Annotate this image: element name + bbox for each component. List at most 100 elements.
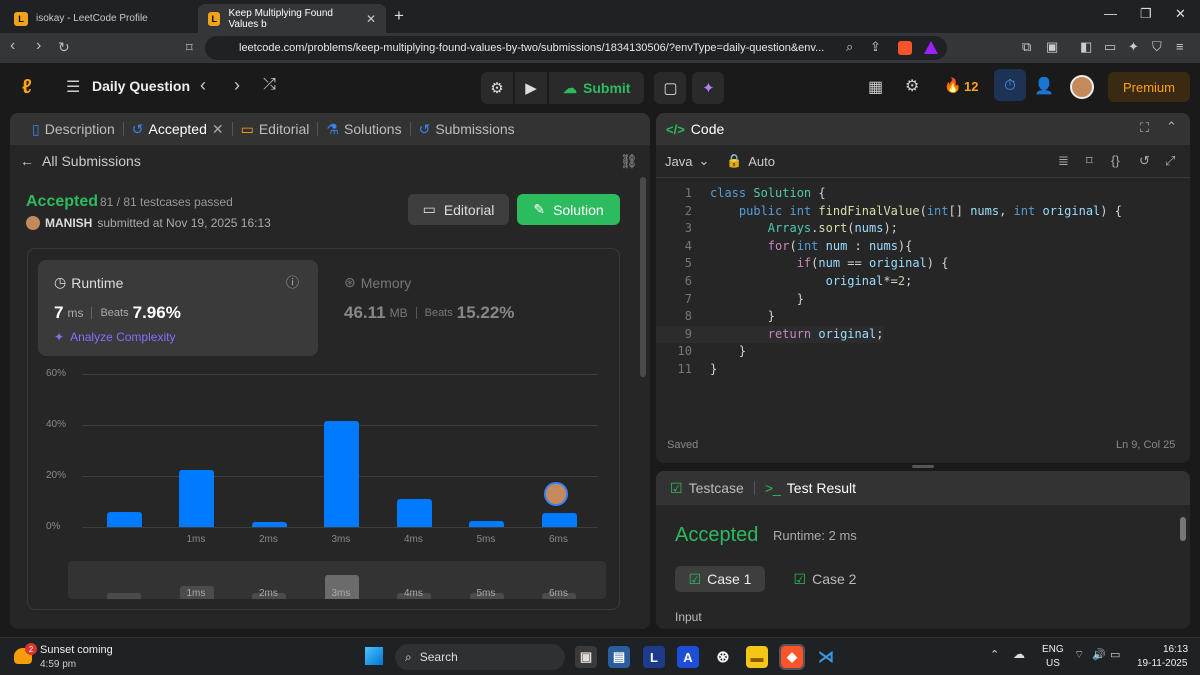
task-view-icon[interactable]: ▣ [575,646,597,668]
language-select[interactable]: Java ⌄ [665,153,709,169]
brave-rewards-icon[interactable] [924,41,938,54]
code-line[interactable]: 9 return original; [656,325,884,344]
debug-icon[interactable]: ⚙ [481,72,513,104]
close-window-icon[interactable]: ✕ [1175,6,1186,22]
run-icon[interactable]: ▶ [515,72,547,104]
shuffle-icon[interactable]: ⤮ [263,76,276,94]
auto-mode-toggle[interactable]: 🔒 Auto [726,153,775,169]
brave-browser-icon[interactable]: ◆ [779,644,805,670]
next-problem-icon[interactable]: › [234,75,240,96]
browser-tab-profile[interactable]: L isokay - LeetCode Profile [4,4,192,33]
scrollbar[interactable] [1180,517,1186,541]
code-line[interactable]: 1 class Solution { [656,185,826,203]
code-line[interactable]: 10 } [656,343,747,361]
file-explorer-icon[interactable]: ▬ [746,646,768,668]
volume-icon[interactable]: 🔊 [1092,648,1106,661]
maximize-icon[interactable]: ❐ [1140,6,1152,22]
code-line[interactable]: 6 original*=2; [656,273,913,291]
minimize-icon[interactable]: — [1104,6,1117,21]
app-l-icon[interactable]: L [643,646,665,668]
windows-taskbar: 2 Sunset coming 4:59 pm ⌕ Search ▣ ▤ L A… [0,637,1200,675]
add-friend-icon[interactable]: 👤 [1034,76,1054,96]
timer-icon[interactable]: ⏱ [994,69,1026,101]
problem-list-icon[interactable]: ☰ [66,77,80,97]
onedrive-icon[interactable]: ☁ [1013,647,1025,661]
brave-shield-icon[interactable] [898,41,912,55]
code-line[interactable]: 8 } [656,308,775,326]
tab-testcase[interactable]: Testcase [689,480,744,496]
code-line[interactable]: 4 for(int num : nums){ [656,238,913,256]
wifi-icon[interactable]: ⌔ [1074,648,1084,662]
forward-icon[interactable]: › [36,37,41,55]
avatar[interactable] [1070,75,1094,99]
fullscreen-icon[interactable]: ⤢ [1165,153,1175,169]
tab-title: Keep Multiplying Found Values b [228,7,333,30]
code-line[interactable]: 7 } [656,291,804,309]
braces-icon[interactable]: {} [1111,153,1120,168]
tab-test-result[interactable]: Test Result [787,480,856,496]
store-icon[interactable]: ▤ [608,646,630,668]
bookmark-icon[interactable]: ⌑ [1086,153,1093,169]
cloud-upload-icon: ☁ [563,79,577,96]
close-tab-icon[interactable]: ✕ [366,12,376,26]
reload-icon[interactable]: ↻ [58,39,70,56]
streak-count: 12 [964,79,979,94]
ai-sparkle-icon[interactable]: ✦ [692,72,725,104]
clock-time[interactable]: 16:13 [1163,644,1188,655]
chatgpt-icon[interactable]: ⊛ [712,646,734,668]
code-line[interactable]: 11} [656,361,718,379]
back-icon[interactable]: ‹ [10,37,15,55]
cursor-position: Ln 9, Col 25 [1116,439,1176,451]
reset-icon[interactable]: ↺ [1139,153,1150,169]
extensions-icon[interactable]: ⧉ [1022,39,1031,55]
panel-resize-handle[interactable] [912,465,934,468]
screenshot-icon[interactable]: ▣ [1046,39,1058,55]
code-title: Code [690,121,725,137]
collapse-icon[interactable]: ⌃ [1166,119,1177,135]
url-input[interactable]: leetcode.com/problems/keep-multiplying-f… [205,36,947,60]
case-2-button[interactable]: ☑ Case 2 [780,566,870,592]
code-line[interactable]: 5 if(num == original) { [656,255,949,273]
result-status: Accepted [675,524,759,546]
expand-icon[interactable]: ⛶ [1140,120,1149,136]
browser-tab-problem[interactable]: L Keep Multiplying Found Values b ✕ [198,4,386,33]
taskbar-search[interactable]: ⌕ Search [395,644,565,670]
case-1-button[interactable]: ☑ Case 1 [675,566,765,592]
new-tab-icon[interactable]: + [394,6,404,26]
vscode-icon[interactable]: ⋊ [815,646,837,668]
zoom-icon[interactable]: ⌕ [846,39,853,55]
format-icon[interactable]: ≣ [1058,153,1069,169]
leo-icon[interactable]: ✦ [1128,39,1139,55]
weather-title[interactable]: Sunset coming [40,644,113,656]
bookmark-icon[interactable]: ⌑ [186,40,193,56]
streak-flame-icon[interactable]: 🔥 [944,77,961,94]
code-panel: </> Code ⛶ ⌃ Java ⌄ 🔒 Auto ≣ ⌑ {} ↺ ⤢ 1c… [656,113,1190,463]
settings-gear-icon[interactable]: ⚙ [905,76,919,96]
windows-start-icon[interactable] [365,647,383,665]
code-editor[interactable]: 1 class Solution {2 public int findFinalV… [656,185,1190,385]
menu-icon[interactable]: ≡ [1176,39,1184,54]
layout-icon[interactable]: ▦ [868,77,883,97]
battery-icon[interactable]: ▭ [1110,648,1120,661]
wallet-icon[interactable]: ▭ [1104,39,1116,55]
leetcode-logo-icon[interactable]: ℓ [22,76,32,99]
notes-icon[interactable]: ▢ [654,72,687,104]
check-icon: ☑ [793,570,807,587]
daily-question-title[interactable]: Daily Question [92,78,190,94]
weather-time: 4:59 pm [40,659,77,670]
overview-label: 6ms [549,588,568,599]
test-panel-tabs: ☑ Testcase >_ Test Result [656,471,1190,505]
language-eng[interactable]: ENG [1042,644,1064,655]
vpn-icon[interactable]: ⛉ [1152,39,1162,55]
chevron-up-icon[interactable]: ⌃ [990,648,999,661]
app-a-icon[interactable]: A [677,646,699,668]
share-icon[interactable]: ⇪ [870,39,881,55]
code-line[interactable]: 2 public int findFinalValue(int[] nums, … [656,203,1122,221]
saved-status: Saved [667,439,699,451]
code-line[interactable]: 3 Arrays.sort(nums); [656,220,898,238]
prev-problem-icon[interactable]: ‹ [200,75,206,96]
premium-button[interactable]: Premium [1108,72,1190,102]
sidebar-icon[interactable]: ◧ [1080,39,1092,55]
test-result-panel: ☑ Testcase >_ Test Result Accepted Runti… [656,471,1190,629]
submit-button[interactable]: ☁ Submit [549,72,645,104]
